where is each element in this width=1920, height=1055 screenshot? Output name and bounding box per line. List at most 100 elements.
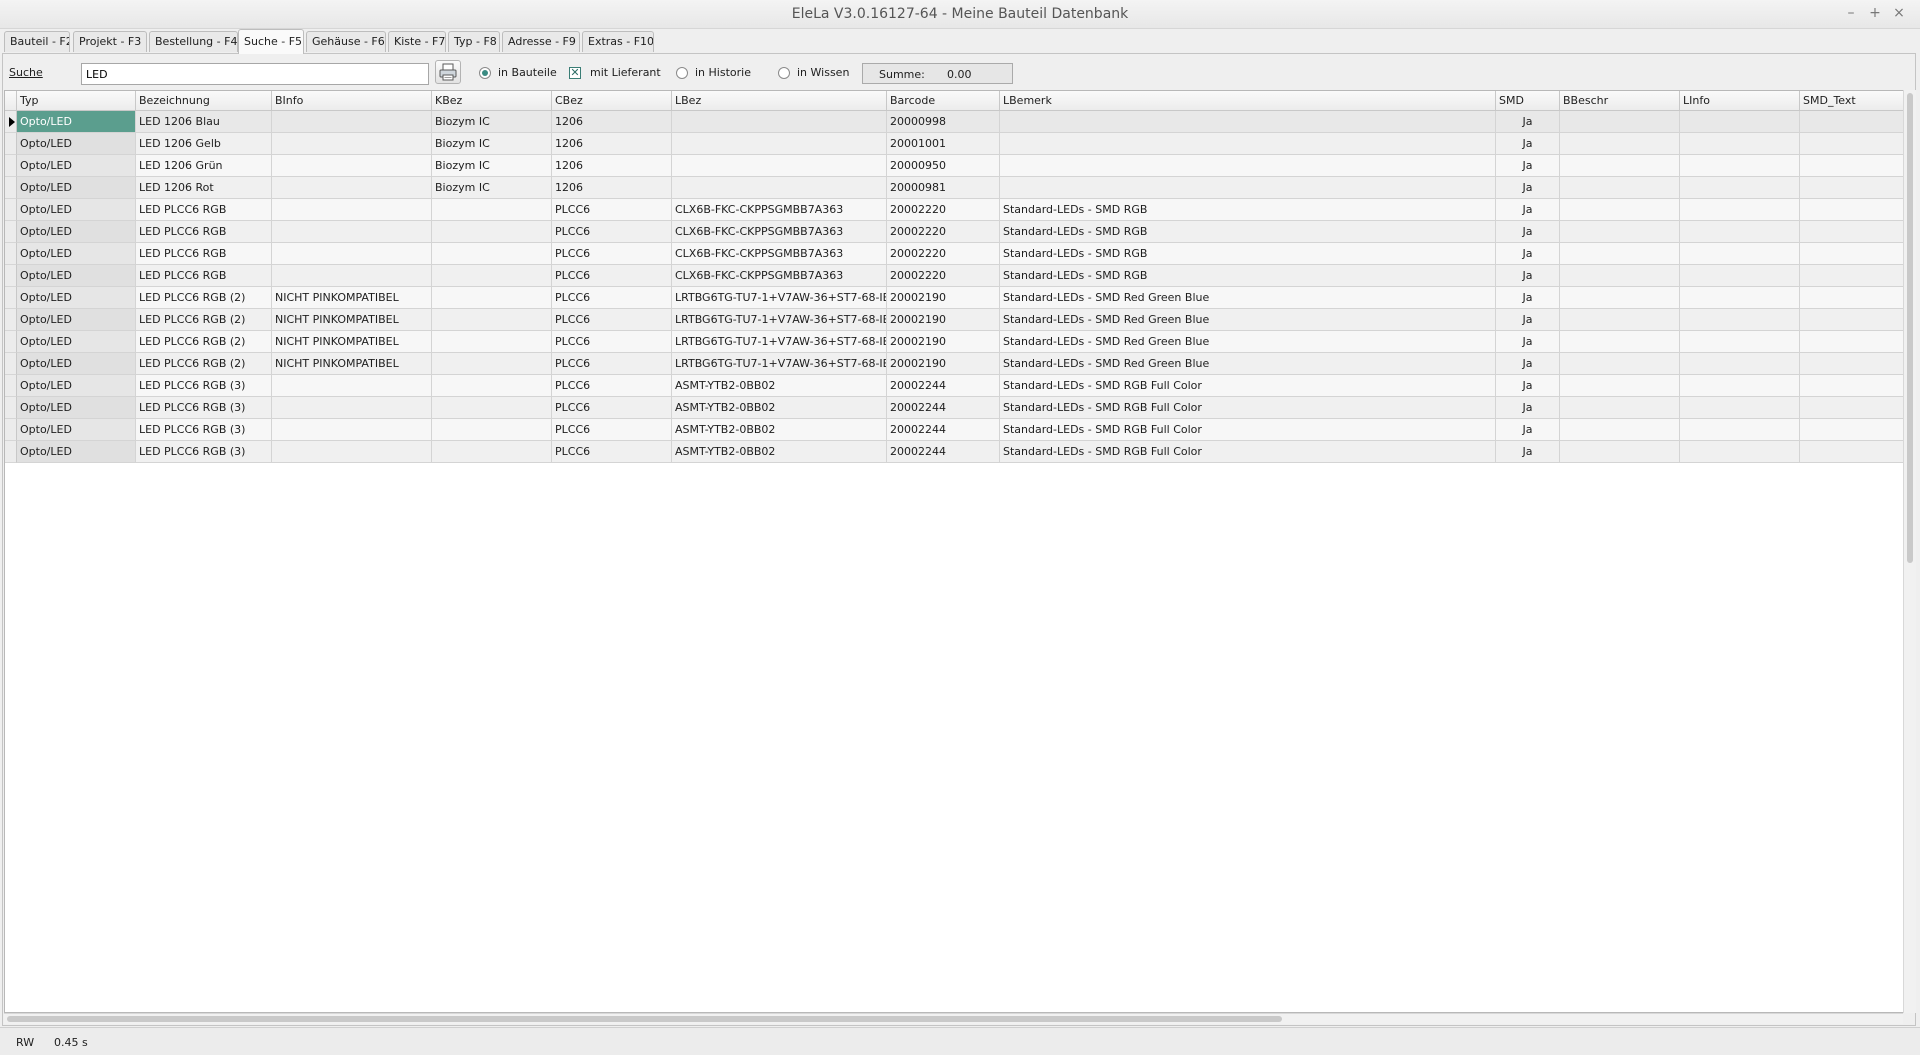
table-row[interactable]: Opto/LED LED PLCC6 RGB (2) NICHT PINKOMPAT…: [5, 287, 1903, 309]
cell-bezeichnung[interactable]: LED PLCC6 RGB: [136, 221, 272, 243]
cell-typ[interactable]: Opto/LED: [17, 221, 136, 243]
cell-lbez[interactable]: LRTBG6TG-TU7-1+V7AW-36+ST7-68-IB: [672, 331, 887, 353]
row-indicator[interactable]: [5, 441, 17, 463]
column-header-typ[interactable]: Typ: [17, 91, 136, 111]
cell-barcode[interactable]: 20002190: [887, 287, 1000, 309]
cell-bezeichnung[interactable]: LED 1206 Rot: [136, 177, 272, 199]
cell-barcode[interactable]: 20000950: [887, 155, 1000, 177]
cell-lbez[interactable]: LRTBG6TG-TU7-1+V7AW-36+ST7-68-IB: [672, 287, 887, 309]
cell-barcode[interactable]: 20002244: [887, 375, 1000, 397]
cell-barcode[interactable]: 20002244: [887, 441, 1000, 463]
radio-in-historie[interactable]: [676, 67, 688, 79]
cell-bbeschr[interactable]: [1560, 199, 1680, 221]
cell-linfo[interactable]: [1680, 199, 1800, 221]
cell-lbemerk[interactable]: Standard-LEDs - SMD RGB Full Color: [1000, 397, 1496, 419]
cell-barcode[interactable]: 20002190: [887, 309, 1000, 331]
cell-linfo[interactable]: [1680, 287, 1800, 309]
cell-bbeschr[interactable]: [1560, 155, 1680, 177]
table-row[interactable]: Opto/LED LED PLCC6 RGB (3) PLCC6 ASMT-YTB2-…: [5, 419, 1903, 441]
cell-bezeichnung[interactable]: LED PLCC6 RGB: [136, 243, 272, 265]
cell-kbez[interactable]: Biozym IC: [432, 111, 552, 133]
cell-barcode[interactable]: 20002220: [887, 243, 1000, 265]
cell-binfo[interactable]: NICHT PINKOMPATIBEL: [272, 287, 432, 309]
tab-suche[interactable]: Suche - F5: [238, 29, 304, 54]
table-row[interactable]: Opto/LED LED PLCC6 RGB (3) PLCC6 ASMT-YTB2-…: [5, 397, 1903, 419]
cell-cbez[interactable]: PLCC6: [552, 419, 672, 441]
cell-typ[interactable]: Opto/LED: [17, 265, 136, 287]
cell-smd[interactable]: Ja: [1496, 243, 1560, 265]
cell-lbez[interactable]: [672, 155, 887, 177]
cell-smd[interactable]: Ja: [1496, 309, 1560, 331]
cell-binfo[interactable]: [272, 133, 432, 155]
cell-lbemerk[interactable]: Standard-LEDs - SMD Red Green Blue: [1000, 353, 1496, 375]
cell-bezeichnung[interactable]: LED PLCC6 RGB (2): [136, 309, 272, 331]
table-row[interactable]: Opto/LED LED PLCC6 RGB (2) NICHT PINKOMPAT…: [5, 331, 1903, 353]
row-indicator[interactable]: [5, 177, 17, 199]
cell-cbez[interactable]: 1206: [552, 155, 672, 177]
cell-kbez[interactable]: [432, 331, 552, 353]
cell-typ[interactable]: Opto/LED: [17, 155, 136, 177]
cell-barcode[interactable]: 20001001: [887, 133, 1000, 155]
tab-gehaeuse[interactable]: Gehäuse - F6: [306, 31, 386, 52]
cell-kbez[interactable]: [432, 243, 552, 265]
table-row[interactable]: Opto/LED LED 1206 Grün Biozym IC 1206 200009…: [5, 155, 1903, 177]
row-indicator[interactable]: [5, 133, 17, 155]
cell-lbez[interactable]: CLX6B-FKC-CKPPSGMBB7A363: [672, 243, 887, 265]
cell-lbez[interactable]: CLX6B-FKC-CKPPSGMBB7A363: [672, 221, 887, 243]
cell-bbeschr[interactable]: [1560, 309, 1680, 331]
cell-smd[interactable]: Ja: [1496, 419, 1560, 441]
cell-smd[interactable]: Ja: [1496, 287, 1560, 309]
cell-lbemerk[interactable]: Standard-LEDs - SMD RGB Full Color: [1000, 375, 1496, 397]
cell-bezeichnung[interactable]: LED PLCC6 RGB (2): [136, 353, 272, 375]
cell-cbez[interactable]: PLCC6: [552, 375, 672, 397]
cell-smd_text[interactable]: [1800, 221, 1903, 243]
cell-typ[interactable]: Opto/LED: [17, 331, 136, 353]
cell-smd[interactable]: Ja: [1496, 155, 1560, 177]
cell-smd[interactable]: Ja: [1496, 397, 1560, 419]
cell-bezeichnung[interactable]: LED PLCC6 RGB: [136, 265, 272, 287]
column-header-linfo[interactable]: LInfo: [1680, 91, 1800, 111]
cell-smd_text[interactable]: [1800, 155, 1903, 177]
table-row[interactable]: Opto/LED LED PLCC6 RGB PLCC6 CLX6B-FKC-CKPP…: [5, 199, 1903, 221]
cell-lbemerk[interactable]: Standard-LEDs - SMD RGB: [1000, 265, 1496, 287]
table-row[interactable]: Opto/LED LED PLCC6 RGB (3) PLCC6 ASMT-YTB2-…: [5, 441, 1903, 463]
tab-bauteil[interactable]: Bauteil - F2: [4, 31, 70, 52]
cell-smd[interactable]: Ja: [1496, 177, 1560, 199]
cell-smd[interactable]: Ja: [1496, 111, 1560, 133]
table-row[interactable]: Opto/LED LED 1206 Gelb Biozym IC 1206 200010…: [5, 133, 1903, 155]
cell-cbez[interactable]: PLCC6: [552, 199, 672, 221]
cell-kbez[interactable]: [432, 397, 552, 419]
cell-smd_text[interactable]: [1800, 243, 1903, 265]
vertical-scrollbar[interactable]: [1903, 90, 1916, 1013]
cell-binfo[interactable]: NICHT PINKOMPATIBEL: [272, 309, 432, 331]
search-input[interactable]: [81, 63, 429, 85]
column-header-smd[interactable]: SMD: [1496, 91, 1560, 111]
cell-bezeichnung[interactable]: LED PLCC6 RGB (3): [136, 375, 272, 397]
cell-linfo[interactable]: [1680, 375, 1800, 397]
cell-smd[interactable]: Ja: [1496, 375, 1560, 397]
cell-lbez[interactable]: ASMT-YTB2-0BB02: [672, 397, 887, 419]
tab-extras[interactable]: Extras - F10: [582, 31, 654, 52]
cell-kbez[interactable]: Biozym IC: [432, 133, 552, 155]
cell-linfo[interactable]: [1680, 177, 1800, 199]
cell-linfo[interactable]: [1680, 155, 1800, 177]
cell-smd[interactable]: Ja: [1496, 331, 1560, 353]
cell-bezeichnung[interactable]: LED PLCC6 RGB: [136, 199, 272, 221]
cell-kbez[interactable]: [432, 199, 552, 221]
close-icon[interactable]: ×: [1890, 5, 1908, 21]
cell-lbez[interactable]: [672, 111, 887, 133]
cell-binfo[interactable]: NICHT PINKOMPATIBEL: [272, 353, 432, 375]
cell-linfo[interactable]: [1680, 309, 1800, 331]
cell-binfo[interactable]: [272, 199, 432, 221]
cell-bezeichnung[interactable]: LED 1206 Grün: [136, 155, 272, 177]
cell-binfo[interactable]: [272, 419, 432, 441]
cell-smd_text[interactable]: [1800, 419, 1903, 441]
maximize-icon[interactable]: +: [1866, 5, 1884, 21]
column-header-lbez[interactable]: LBez: [672, 91, 887, 111]
table-row[interactable]: Opto/LED LED 1206 Rot Biozym IC 1206 2000098…: [5, 177, 1903, 199]
cell-smd_text[interactable]: [1800, 375, 1903, 397]
cell-barcode[interactable]: 20002190: [887, 331, 1000, 353]
cell-smd_text[interactable]: [1800, 133, 1903, 155]
cell-linfo[interactable]: [1680, 221, 1800, 243]
cell-typ[interactable]: Opto/LED: [17, 441, 136, 463]
